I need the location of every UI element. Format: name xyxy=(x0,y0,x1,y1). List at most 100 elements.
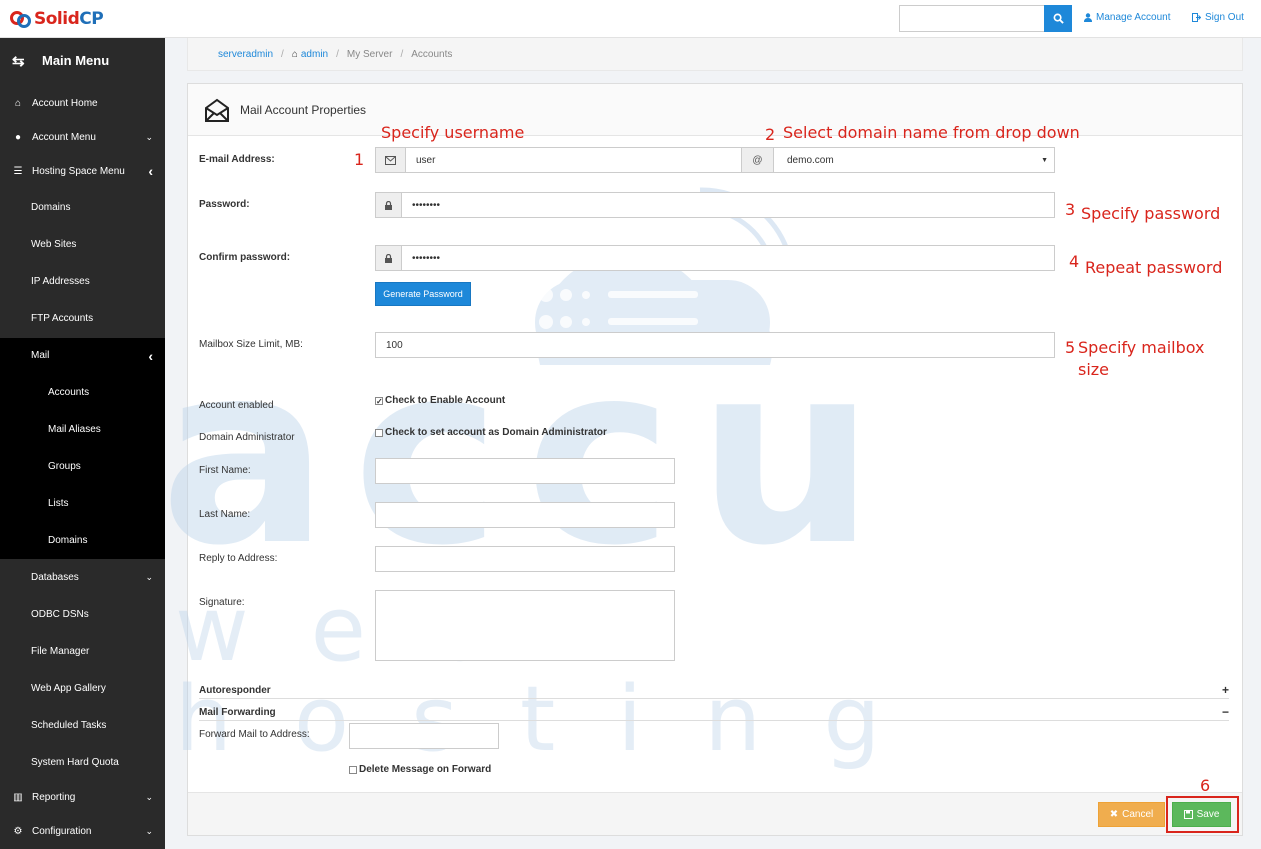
delete-on-forward-checkbox[interactable]: Delete Message on Forward xyxy=(349,764,491,775)
checkbox-unchecked xyxy=(375,428,383,437)
domain-admin-checkbox[interactable]: Check to set account as Domain Administr… xyxy=(375,427,607,438)
breadcrumb-separator: / xyxy=(281,48,284,60)
sidebar-item-mail-domains[interactable]: Domains xyxy=(0,522,165,559)
sidebar-item-reporting[interactable]: ▥ Reporting ⌄ xyxy=(0,780,165,814)
last-name-input[interactable] xyxy=(375,502,675,528)
close-icon: ✖ xyxy=(1109,809,1119,820)
collapse-icon[interactable]: − xyxy=(1222,705,1229,719)
annotation-text: Select domain name from drop down xyxy=(783,123,1080,142)
sidebar-item-account-menu[interactable]: ● Account Menu ⌄ xyxy=(0,120,165,154)
annotation-number: 2 xyxy=(765,125,776,144)
chevron-down-icon: ⌄ xyxy=(145,791,153,802)
sign-out-icon xyxy=(1192,13,1201,22)
sidebar: ⇆ Main Menu ⌂ Account Home ● Account Menu ⌄… xyxy=(0,38,165,849)
forward-address-label: Forward Mail to Address: xyxy=(199,729,310,740)
sidebar-item-mail-aliases[interactable]: Mail Aliases xyxy=(0,411,165,448)
generate-password-button[interactable]: Generate Password xyxy=(375,282,471,306)
panel-title: Mail Account Properties xyxy=(240,102,367,117)
breadcrumb-current: Accounts xyxy=(411,48,453,60)
checkbox-checked: ✓ xyxy=(375,396,383,406)
user-icon: ● xyxy=(14,131,22,143)
email-label: E-mail Address: xyxy=(199,154,275,165)
sidebar-item-lists[interactable]: Lists xyxy=(0,485,165,522)
first-name-label: First Name: xyxy=(199,465,251,476)
breadcrumb-separator: / xyxy=(336,48,339,60)
envelope-icon xyxy=(375,147,406,173)
sidebar-item-web-sites[interactable]: Web Sites xyxy=(0,226,165,263)
main-menu-toggle[interactable]: ⇆ Main Menu xyxy=(0,38,165,83)
annotation-text: Specify username xyxy=(381,123,525,142)
breadcrumb-admin[interactable]: admin xyxy=(301,49,328,60)
confirm-password-label: Confirm password: xyxy=(199,252,291,263)
mail-forwarding-section[interactable]: Mail Forwarding − xyxy=(199,705,1229,721)
bar-chart-icon: ▥ xyxy=(13,791,23,803)
home-icon: ⌂ xyxy=(14,97,22,109)
expand-icon[interactable]: + xyxy=(1222,683,1229,697)
sidebar-item-account-home[interactable]: ⌂ Account Home xyxy=(0,86,165,120)
username-input[interactable]: user xyxy=(405,147,742,173)
annotation-text: Specify password xyxy=(1081,204,1221,223)
autoresponder-section[interactable]: Autoresponder + xyxy=(199,683,1229,699)
server-icon: ☰ xyxy=(13,165,23,177)
breadcrumb-serveradmin[interactable]: serveradmin xyxy=(218,49,273,60)
annotation-text: Specify mailbox xyxy=(1078,338,1205,357)
chevron-down-icon: ⌄ xyxy=(145,825,153,836)
annotation-number: 6 xyxy=(1200,776,1211,795)
sidebar-item-odbc-dsns[interactable]: ODBC DSNs xyxy=(0,596,165,633)
top-bar: SolidCP Manage Account Sign Out xyxy=(0,0,1261,38)
signature-textarea[interactable] xyxy=(375,590,675,661)
sidebar-item-scheduled-tasks[interactable]: Scheduled Tasks xyxy=(0,707,165,744)
sidebar-item-file-manager[interactable]: File Manager xyxy=(0,633,165,670)
top-search-input[interactable] xyxy=(899,5,1045,32)
sidebar-item-mail-accounts[interactable]: Accounts xyxy=(0,374,165,411)
annotation-number: 1 xyxy=(354,150,365,169)
mailbox-size-input[interactable]: 100 xyxy=(375,332,1055,358)
first-name-input[interactable] xyxy=(375,458,675,484)
chevron-down-icon: ⌄ xyxy=(145,572,153,582)
breadcrumb-separator: / xyxy=(400,48,404,60)
sidebar-item-domains[interactable]: Domains xyxy=(0,189,165,226)
solidcp-logo[interactable]: SolidCP xyxy=(10,6,104,32)
at-sign: @ xyxy=(741,147,774,173)
sidebar-item-ftp-accounts[interactable]: FTP Accounts xyxy=(0,300,165,337)
panel-header: Mail Account Properties xyxy=(188,84,1242,136)
forward-address-input[interactable] xyxy=(349,723,499,749)
confirm-password-input[interactable]: •••••••• xyxy=(401,245,1055,271)
password-input[interactable]: •••••••• xyxy=(401,192,1055,218)
chevron-left-icon: ‹ xyxy=(148,347,153,364)
reply-to-label: Reply to Address: xyxy=(199,553,278,564)
breadcrumb-server[interactable]: My Server xyxy=(347,49,393,60)
chevron-left-icon: ‹ xyxy=(148,163,153,179)
mailbox-size-label: Mailbox Size Limit, MB: xyxy=(199,339,303,350)
annotation-number: 4 xyxy=(1069,252,1080,271)
sidebar-item-hosting-space-menu[interactable]: ☰ Hosting Space Menu ‹ xyxy=(0,154,165,188)
sidebar-item-configuration[interactable]: ⚙ Configuration ⌄ xyxy=(0,814,165,848)
annotation-number: 5 xyxy=(1065,338,1076,357)
top-search-button[interactable] xyxy=(1044,5,1072,32)
sidebar-item-web-app-gallery[interactable]: Web App Gallery xyxy=(0,670,165,707)
cancel-button[interactable]: ✖ Cancel xyxy=(1098,802,1165,827)
dropdown-caret-icon: ▼ xyxy=(1041,156,1048,164)
domain-select[interactable]: demo.com ▼ xyxy=(773,147,1055,173)
sidebar-item-databases[interactable]: Databases ⌄ xyxy=(0,559,165,596)
home-icon: ⌂ xyxy=(291,48,298,60)
user-icon xyxy=(1084,13,1092,22)
lock-icon xyxy=(375,245,402,271)
chevron-down-icon: ⌄ xyxy=(145,131,153,142)
enable-account-checkbox[interactable]: ✓ Check to Enable Account xyxy=(375,395,505,406)
checkbox-unchecked xyxy=(349,765,357,774)
envelope-open-icon xyxy=(205,98,229,122)
annotation-text: Repeat password xyxy=(1085,258,1223,277)
solidcp-logo-icon xyxy=(10,8,32,30)
signature-label: Signature: xyxy=(199,597,245,608)
reply-to-input[interactable] xyxy=(375,546,675,572)
sidebar-item-system-hard-quota[interactable]: System Hard Quota xyxy=(0,744,165,781)
manage-account-link[interactable]: Manage Account xyxy=(1084,12,1171,23)
sign-out-link[interactable]: Sign Out xyxy=(1192,12,1244,23)
annotation-text: size xyxy=(1078,360,1110,379)
lock-icon xyxy=(375,192,402,218)
password-label: Password: xyxy=(199,199,250,210)
sidebar-item-mail[interactable]: Mail ‹ xyxy=(0,337,165,374)
sidebar-item-groups[interactable]: Groups xyxy=(0,448,165,485)
sidebar-item-ip-addresses[interactable]: IP Addresses xyxy=(0,263,165,300)
